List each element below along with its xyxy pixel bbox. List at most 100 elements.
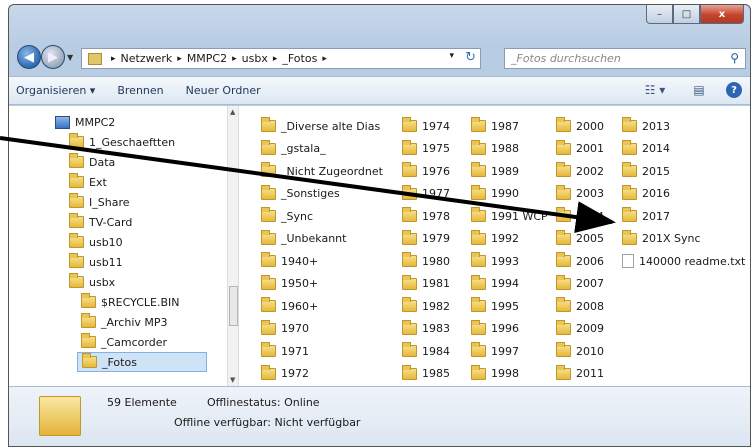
folder-icon: [556, 117, 571, 132]
breadcrumb-separator[interactable]: ▸: [111, 54, 116, 64]
folder-item[interactable]: 1977: [402, 184, 450, 204]
folder-item[interactable]: _Diverse alte Dias: [261, 116, 380, 136]
folder-item[interactable]: 1991 WCP: [471, 206, 548, 226]
folder-item[interactable]: 201X Sync: [622, 229, 701, 249]
tree-item[interactable]: _Archiv MP3: [81, 312, 168, 332]
folder-item[interactable]: 1989: [471, 161, 519, 181]
preview-pane-icon[interactable]: ▤: [690, 81, 708, 99]
folder-item[interactable]: 1996: [471, 319, 519, 339]
breadcrumb-mmpc2[interactable]: MMPC2: [187, 52, 227, 65]
folder-item[interactable]: 1978: [402, 206, 450, 226]
tree-item[interactable]: Data: [69, 152, 115, 172]
tree-item[interactable]: usb10: [69, 232, 123, 252]
folder-item[interactable]: 2016: [622, 184, 670, 204]
folder-item[interactable]: 1972: [261, 364, 309, 384]
tree-item[interactable]: MMPC2: [55, 112, 115, 132]
folder-item[interactable]: 1940+: [261, 251, 318, 271]
refresh-icon[interactable]: ↻: [465, 50, 476, 65]
folder-item[interactable]: _Sonstiges: [261, 184, 340, 204]
tree-item[interactable]: TV-Card: [69, 212, 132, 232]
address-bar[interactable]: ▸ Netzwerk ▸ MMPC2 ▸ usbx ▸ _Fotos ▸ ▾ ↻: [81, 48, 481, 69]
folder-item[interactable]: 2013: [622, 116, 670, 136]
folder-item[interactable]: 1993: [471, 251, 519, 271]
search-icon[interactable]: ⚲: [730, 51, 739, 65]
forward-button[interactable]: ▶: [41, 45, 65, 69]
folder-item[interactable]: _gstala_: [261, 139, 326, 159]
tree-item[interactable]: _Camcorder: [81, 332, 167, 352]
organize-button[interactable]: Organisieren ▾: [16, 84, 95, 97]
address-dropdown-button[interactable]: ▾: [449, 51, 454, 61]
breadcrumb-fotos[interactable]: _Fotos: [282, 52, 317, 65]
close-button[interactable]: x: [700, 5, 744, 24]
folder-item[interactable]: 1985: [402, 364, 450, 384]
folder-item[interactable]: 1992: [471, 229, 519, 249]
tree-item[interactable]: usbx: [69, 272, 115, 292]
burn-button[interactable]: Brennen: [117, 84, 163, 97]
folder-item[interactable]: _Nicht Zugeordnet: [261, 161, 383, 181]
folder-item[interactable]: 2002: [556, 161, 604, 181]
tree-item[interactable]: usb11: [69, 252, 123, 272]
scroll-thumb[interactable]: [229, 286, 238, 326]
folder-item[interactable]: 1971: [261, 341, 309, 361]
folder-item[interactable]: 1975: [402, 139, 450, 159]
tree-item[interactable]: $RECYCLE.BIN: [81, 292, 179, 312]
navigation-scrollbar[interactable]: ▲ ▼: [227, 106, 238, 386]
folder-item[interactable]: 1974: [402, 116, 450, 136]
folder-item[interactable]: 2000: [556, 116, 604, 136]
tree-item[interactable]: 1_Geschaeftten: [69, 132, 175, 152]
folder-item[interactable]: 1988: [471, 139, 519, 159]
folder-item[interactable]: 2017: [622, 206, 670, 226]
folder-item[interactable]: 2009: [556, 319, 604, 339]
folder-item[interactable]: 2007: [556, 274, 604, 294]
folder-item[interactable]: _Unbekannt: [261, 229, 346, 249]
folder-item[interactable]: 2004: [556, 206, 604, 226]
scroll-down-icon[interactable]: ▼: [230, 376, 235, 384]
recent-pages-button[interactable]: ▼: [67, 53, 73, 62]
folder-item[interactable]: 1976: [402, 161, 450, 181]
tree-item-label: TV-Card: [89, 215, 133, 229]
folder-item[interactable]: 1995: [471, 296, 519, 316]
folder-item[interactable]: 2011: [556, 364, 604, 384]
tree-item[interactable]: _Fotos: [77, 352, 207, 372]
folder-item[interactable]: 2001: [556, 139, 604, 159]
back-button[interactable]: ◀: [17, 45, 41, 69]
folder-item[interactable]: 1981: [402, 274, 450, 294]
change-view-icon[interactable]: ☷ ▾: [638, 81, 672, 99]
folder-item[interactable]: 2015: [622, 161, 670, 181]
folder-item[interactable]: 1960+: [261, 296, 318, 316]
folder-item[interactable]: 1994: [471, 274, 519, 294]
breadcrumb-usbx[interactable]: usbx: [242, 52, 268, 65]
breadcrumb-separator[interactable]: ▸: [322, 54, 327, 64]
minimize-button[interactable]: –: [646, 5, 673, 24]
folder-item[interactable]: 2014: [622, 139, 670, 159]
folder-item[interactable]: 1998: [471, 364, 519, 384]
folder-item[interactable]: 1982: [402, 296, 450, 316]
breadcrumb-separator[interactable]: ▸: [232, 54, 237, 64]
folder-item[interactable]: 1984: [402, 341, 450, 361]
breadcrumb-separator[interactable]: ▸: [177, 54, 182, 64]
scroll-up-icon[interactable]: ▲: [230, 108, 235, 116]
breadcrumb-separator[interactable]: ▸: [273, 54, 278, 64]
folder-item[interactable]: 2003: [556, 184, 604, 204]
tree-item[interactable]: I_Share: [69, 192, 130, 212]
folder-item[interactable]: 1950+: [261, 274, 318, 294]
folder-item[interactable]: _Sync: [261, 206, 313, 226]
folder-item[interactable]: 2006: [556, 251, 604, 271]
folder-item[interactable]: 1990: [471, 184, 519, 204]
folder-item[interactable]: 1980: [402, 251, 450, 271]
search-input[interactable]: _Fotos durchsuchen ⚲: [504, 48, 746, 69]
file-item[interactable]: 140000 readme.txt: [622, 251, 745, 271]
breadcrumb-netzwerk[interactable]: Netzwerk: [121, 52, 173, 65]
maximize-button[interactable]: □: [673, 5, 700, 24]
folder-item[interactable]: 1983: [402, 319, 450, 339]
folder-item[interactable]: 2010: [556, 341, 604, 361]
folder-item[interactable]: 1970: [261, 319, 309, 339]
folder-item[interactable]: 1997: [471, 341, 519, 361]
folder-item[interactable]: 1979: [402, 229, 450, 249]
folder-item[interactable]: 1987: [471, 116, 519, 136]
folder-item[interactable]: 2005: [556, 229, 604, 249]
help-icon[interactable]: ?: [726, 82, 742, 98]
folder-item[interactable]: 2008: [556, 296, 604, 316]
new-folder-button[interactable]: Neuer Ordner: [186, 84, 261, 97]
tree-item[interactable]: Ext: [69, 172, 107, 192]
